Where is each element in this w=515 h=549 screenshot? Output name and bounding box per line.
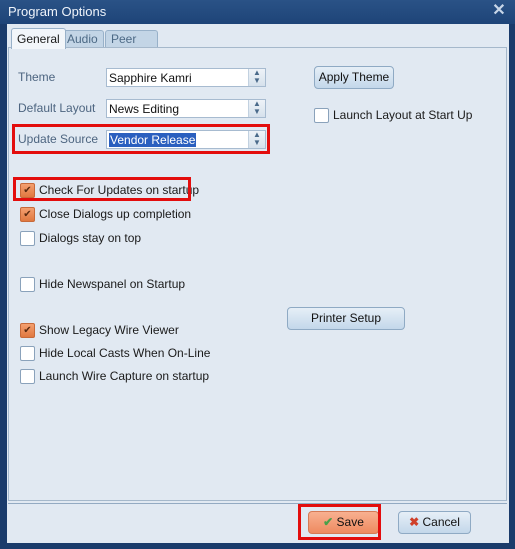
default-layout-select[interactable]: News Editing ▲ ▼ bbox=[106, 99, 266, 118]
close-icon[interactable]: ✕ bbox=[491, 3, 507, 19]
hide-newspanel-label: Hide Newspanel on Startup bbox=[39, 277, 186, 291]
checkbox-icon[interactable] bbox=[20, 369, 35, 384]
program-options-dialog: Program Options ✕ General Audio Peer Sha… bbox=[0, 0, 515, 549]
checkmark-icon[interactable]: ✔ bbox=[20, 323, 35, 338]
save-button[interactable]: ✔ Save bbox=[308, 511, 379, 534]
theme-select[interactable]: Sapphire Kamri ▲ ▼ bbox=[106, 68, 266, 87]
title-bar: Program Options ✕ bbox=[0, 0, 515, 24]
spin-icon[interactable]: ▲ ▼ bbox=[248, 100, 265, 117]
tab-peer-sharing[interactable]: Peer Sharing bbox=[105, 30, 159, 63]
window-title: Program Options bbox=[8, 4, 107, 19]
checkmark-icon: ✔ bbox=[323, 515, 334, 529]
cancel-button[interactable]: ✖ Cancel bbox=[398, 511, 471, 534]
default-layout-value: News Editing bbox=[109, 102, 180, 116]
checkbox-icon[interactable] bbox=[20, 346, 35, 361]
close-dialogs-checkbox[interactable]: ✔ Close Dialogs up completion bbox=[20, 207, 192, 223]
checkbox-icon[interactable] bbox=[314, 108, 329, 123]
legacy-wire-viewer-checkbox[interactable]: ✔ Show Legacy Wire Viewer bbox=[20, 323, 190, 339]
check-updates-checkbox[interactable]: ✔ Check For Updates on startup bbox=[20, 183, 199, 199]
check-updates-label: Check For Updates on startup bbox=[39, 183, 200, 197]
hide-local-casts-label: Hide Local Casts When On-Line bbox=[39, 346, 211, 360]
wire-capture-checkbox[interactable]: Launch Wire Capture on startup bbox=[20, 369, 209, 385]
theme-label: Theme bbox=[18, 70, 56, 84]
launch-layout-label: Launch Layout at Start Up bbox=[333, 108, 473, 122]
tab-audio[interactable]: Audio bbox=[61, 30, 104, 48]
wire-capture-label: Launch Wire Capture on startup bbox=[39, 369, 210, 383]
launch-layout-checkbox[interactable]: Launch Layout at Start Up bbox=[314, 108, 474, 124]
dialog-footer: ✔ Save ✖ Cancel bbox=[8, 503, 507, 542]
hide-local-casts-checkbox[interactable]: Hide Local Casts When On-Line bbox=[20, 346, 210, 362]
dialog-client: General Audio Peer Sharing Theme Sapphir… bbox=[7, 24, 509, 543]
theme-value: Sapphire Kamri bbox=[109, 71, 192, 85]
default-layout-label: Default Layout bbox=[18, 101, 96, 115]
general-panel: Theme Sapphire Kamri ▲ ▼ Default Layout N… bbox=[8, 47, 507, 501]
checkmark-icon[interactable]: ✔ bbox=[20, 207, 35, 222]
spin-icon[interactable]: ▲ ▼ bbox=[248, 131, 265, 148]
save-label: Save bbox=[336, 515, 364, 529]
hide-newspanel-checkbox[interactable]: Hide Newspanel on Startup bbox=[20, 277, 190, 293]
update-source-value: Vendor Release bbox=[109, 133, 197, 147]
close-dialogs-label: Close Dialogs up completion bbox=[39, 207, 192, 221]
checkbox-icon[interactable] bbox=[20, 231, 35, 246]
cancel-label: Cancel bbox=[422, 515, 460, 529]
checkbox-icon[interactable] bbox=[20, 277, 35, 292]
spin-icon[interactable]: ▲ ▼ bbox=[248, 69, 265, 86]
update-source-select[interactable]: Vendor Release ▲ ▼ bbox=[106, 130, 266, 149]
apply-theme-button[interactable]: Apply Theme bbox=[314, 66, 394, 89]
x-icon: ✖ bbox=[409, 515, 420, 529]
checkmark-icon[interactable]: ✔ bbox=[20, 183, 35, 198]
dialogs-on-top-label: Dialogs stay on top bbox=[39, 231, 142, 245]
legacy-wire-viewer-label: Show Legacy Wire Viewer bbox=[39, 323, 179, 337]
printer-setup-button[interactable]: Printer Setup bbox=[287, 307, 405, 330]
tab-general[interactable]: General bbox=[11, 28, 66, 49]
update-source-label: Update Source bbox=[18, 132, 99, 146]
dialogs-on-top-checkbox[interactable]: Dialogs stay on top bbox=[20, 231, 190, 247]
